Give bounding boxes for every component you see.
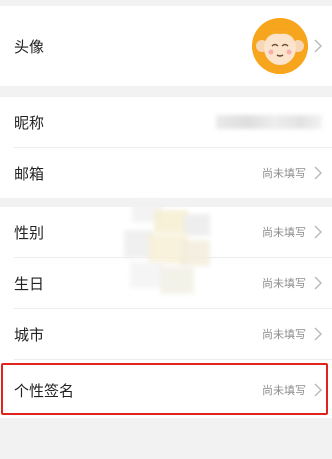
chevron-right-icon: [314, 166, 322, 180]
chevron-right-icon: [314, 39, 322, 53]
avatar-row[interactable]: 头像: [0, 6, 332, 86]
avatar-section: 头像: [0, 6, 332, 86]
mosaic-overlay: [118, 196, 218, 300]
chevron-right-icon: [314, 225, 322, 239]
mosaic-block: [184, 214, 210, 236]
mosaic-block: [130, 262, 164, 288]
nickname-row[interactable]: 昵称: [0, 97, 332, 147]
chevron-right-icon: [314, 276, 322, 290]
mosaic-block: [154, 210, 188, 234]
city-row[interactable]: 城市 尚未填写: [0, 309, 332, 359]
nickname-label: 昵称: [14, 113, 45, 132]
birthday-label: 生日: [14, 274, 45, 293]
signature-value: 尚未填写: [262, 384, 306, 397]
email-row[interactable]: 邮箱 尚未填写: [0, 148, 332, 198]
email-value: 尚未填写: [262, 167, 306, 180]
city-label: 城市: [14, 325, 45, 344]
email-label: 邮箱: [14, 164, 45, 183]
monkey-avatar-icon: [252, 18, 308, 74]
avatar[interactable]: [252, 18, 308, 74]
gender-label: 性别: [14, 223, 45, 242]
signature-label: 个性签名: [14, 381, 75, 400]
chevron-right-icon: [314, 327, 322, 341]
birthday-value: 尚未填写: [262, 277, 306, 290]
nickname-value-mosaic: [216, 115, 322, 129]
mosaic-block: [160, 266, 194, 294]
chevron-right-icon: [314, 383, 322, 397]
avatar-label: 头像: [14, 37, 45, 56]
city-value: 尚未填写: [262, 328, 306, 341]
account-section: 昵称 邮箱 尚未填写: [0, 97, 332, 198]
signature-row[interactable]: 个性签名 尚未填写: [0, 365, 332, 415]
mosaic-block: [180, 240, 210, 266]
gender-value: 尚未填写: [262, 226, 306, 239]
divider: [14, 359, 332, 360]
